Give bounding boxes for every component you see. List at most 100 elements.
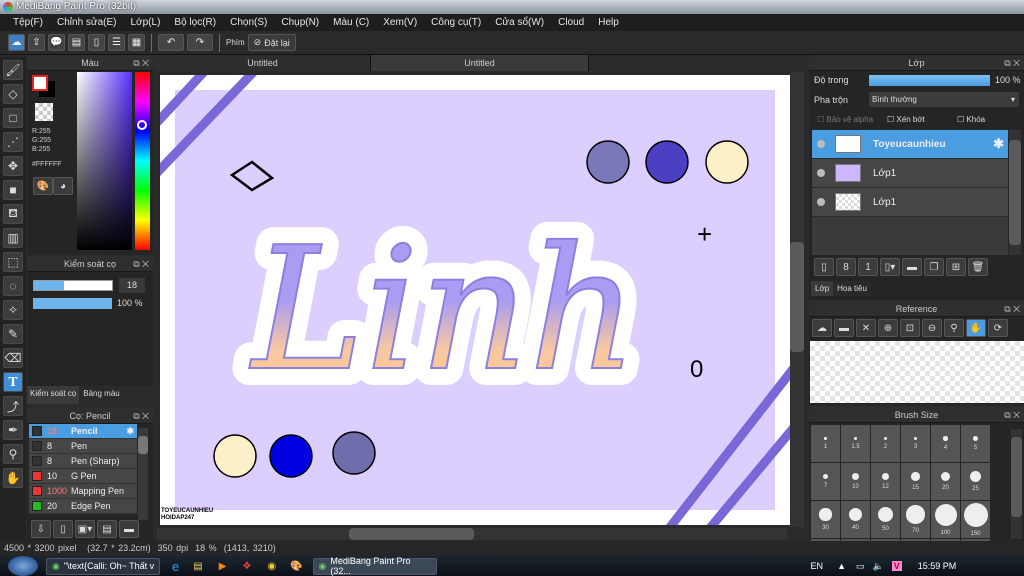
brush-size-cell[interactable]: 70 (901, 501, 930, 538)
delete-layer-icon[interactable]: 🗑 (968, 258, 988, 276)
brush-size-cell[interactable]: 30 (811, 501, 840, 538)
brush-size-slider[interactable] (33, 280, 113, 291)
gear-icon[interactable]: ✱ (126, 426, 134, 437)
menu-item[interactable]: Xem(V) (376, 17, 424, 28)
eyedropper-icon[interactable]: ⚲ (944, 319, 964, 337)
tab-document-1[interactable]: Untitled (155, 55, 371, 71)
taskbar-item-chrome[interactable]: ◉ "\text{Calli: Oh~ Thất v... (46, 557, 160, 575)
canvas[interactable]: + 0 Linh Linh TOYEUCAUNHIEU HOIDAP247 (155, 72, 790, 527)
lasso-tool-icon[interactable]: ◌ (3, 276, 23, 296)
hand-tool-icon[interactable]: ✋ (3, 468, 23, 488)
paint-icon[interactable]: 🎨 (290, 561, 302, 572)
operation-tool-icon[interactable]: ⤴ (3, 396, 23, 416)
open-folder-icon[interactable]: ▬ (834, 319, 854, 337)
brush-size-cell[interactable]: 5 (961, 425, 990, 462)
tab-document-2[interactable]: Untitled (371, 55, 589, 71)
bucket-tool-icon[interactable]: ⛾ (3, 204, 23, 224)
brush-size-cell[interactable]: 7 (811, 463, 840, 500)
add-brush-icon[interactable]: ▣▾ (75, 520, 95, 538)
lock-checkbox[interactable]: ☐ Khóa (957, 115, 985, 124)
menu-item[interactable]: Chỉnh sửa(E) (50, 17, 124, 28)
dot-tool-icon[interactable]: ⋰ (3, 132, 23, 152)
fill-rect-tool-icon[interactable]: ■ (3, 180, 23, 200)
brush-size-cell[interactable]: 25 (961, 463, 990, 500)
float-close-icon[interactable]: ⧉ ✕ (133, 408, 149, 424)
undo-button[interactable]: ↶ (158, 34, 184, 51)
taskbar-item-medibang[interactable]: ◉ MediBang Paint Pro (32... (312, 556, 437, 576)
folder-icon[interactable]: ▬ (119, 520, 139, 538)
float-close-icon[interactable]: ⧉ ✕ (1004, 407, 1020, 423)
pen-tool-icon[interactable]: ✒ (3, 420, 23, 440)
move-tool-icon[interactable]: ✥ (3, 156, 23, 176)
start-button[interactable] (8, 556, 38, 576)
brush-size-cell[interactable]: 100 (931, 501, 960, 538)
menu-item[interactable]: Lớp(L) (124, 17, 168, 28)
network-icon[interactable]: ▭ (856, 561, 865, 572)
menu-item[interactable]: Help (591, 17, 626, 28)
clock[interactable]: 15:59 PM (918, 561, 957, 571)
horizontal-scrollbar[interactable] (157, 528, 787, 540)
menu-item[interactable]: Cửa sổ(W) (488, 17, 551, 28)
gradient-tool-icon[interactable]: ▥ (3, 228, 23, 248)
menu-item[interactable]: Tệp(F) (6, 17, 50, 28)
float-close-icon[interactable]: ⧉ ✕ (133, 55, 149, 71)
brush-item[interactable]: 8 Pen (29, 439, 137, 454)
menu-item[interactable]: Chụp(N) (274, 17, 326, 28)
new-layer-icon[interactable]: ▯ (814, 258, 834, 276)
brush-size-scrollbar[interactable] (1011, 429, 1022, 539)
media-icon[interactable]: ▶ (219, 561, 227, 572)
message-icon[interactable]: ▤ (68, 34, 85, 51)
select-pen-icon[interactable]: ✎ (3, 324, 23, 344)
antivirus-icon[interactable]: V (891, 561, 902, 571)
brush-size-cell[interactable]: 12 (871, 463, 900, 500)
cloud-download-icon[interactable]: ⇩ (31, 520, 51, 538)
brush-size-cell[interactable]: 1 (811, 425, 840, 462)
eraser-tool-icon[interactable]: ◇ (3, 84, 23, 104)
merge-layer-icon[interactable]: ⊞ (946, 258, 966, 276)
brush-size-cell[interactable]: 3 (901, 425, 930, 462)
rectangle-tool-icon[interactable]: □ (3, 108, 23, 128)
palette-edit-icon[interactable]: ◕ (53, 177, 73, 195)
volume-icon[interactable]: 🔈 (873, 561, 884, 572)
layer-item[interactable]: Lớp1 (812, 159, 1008, 188)
new-layer-8bit-icon[interactable]: 8 (836, 258, 856, 276)
redo-button[interactable]: ↷ (187, 34, 213, 51)
vertical-scrollbar[interactable] (790, 72, 804, 527)
brush-list-scrollbar[interactable] (138, 428, 148, 520)
layer-item[interactable]: Lớp1 (812, 188, 1008, 217)
brush-size-cell[interactable]: 4 (931, 425, 960, 462)
list-icon[interactable]: ☰ (108, 34, 125, 51)
brush-item[interactable]: 20 Edge Pen (29, 499, 137, 514)
grid-icon[interactable]: ▦ (128, 34, 145, 51)
brush-size-cell[interactable]: 40 (841, 501, 870, 538)
menu-item[interactable]: Bộ lọc(R) (167, 17, 223, 28)
add-layer-menu-icon[interactable]: ▯▾ (880, 258, 900, 276)
menu-item[interactable]: Chọn(S) (223, 17, 274, 28)
brush-size-cell[interactable]: 20 (931, 463, 960, 500)
float-close-icon[interactable]: ⧉ ✕ (133, 256, 149, 272)
menu-item[interactable]: Màu (C) (326, 17, 376, 28)
brush-size-cell[interactable]: 15 (901, 463, 930, 500)
brush-size-cell[interactable]: 2 (871, 425, 900, 462)
protect-alpha-checkbox[interactable]: ☐ Bảo vệ alpha (817, 115, 873, 124)
hand-icon[interactable]: ✋ (966, 319, 986, 337)
brush-item[interactable]: 8 Pen (Sharp) (29, 454, 137, 469)
float-close-icon[interactable]: ⧉ ✕ (1004, 55, 1020, 71)
brush-size-value[interactable]: 18 (119, 278, 145, 293)
menu-item[interactable]: Cloud (551, 17, 591, 28)
brush-opacity-slider[interactable] (33, 298, 112, 309)
menu-item[interactable]: Công cụ(T) (424, 17, 488, 28)
clip-checkbox[interactable]: ☐ Xén bớt (887, 115, 925, 124)
select-tool-icon[interactable]: ⬚ (3, 252, 23, 272)
layer-item[interactable]: Toyeucaunhieu ✱ (812, 130, 1008, 159)
language-indicator[interactable]: EN (811, 561, 824, 571)
reset-button[interactable]: ⊘ Đặt lại (247, 34, 296, 51)
explorer-icon[interactable]: ▤ (193, 561, 202, 572)
gear-icon[interactable]: ✱ (993, 136, 1004, 152)
document-icon[interactable]: ▯ (88, 34, 105, 51)
brush-size-cell[interactable]: 1.5 (841, 425, 870, 462)
brush-settings-icon[interactable]: ▤ (97, 520, 117, 538)
text-tool-icon[interactable]: T (3, 372, 23, 392)
visibility-icon[interactable] (817, 198, 825, 206)
brush-item[interactable]: 10 G Pen (29, 469, 137, 484)
